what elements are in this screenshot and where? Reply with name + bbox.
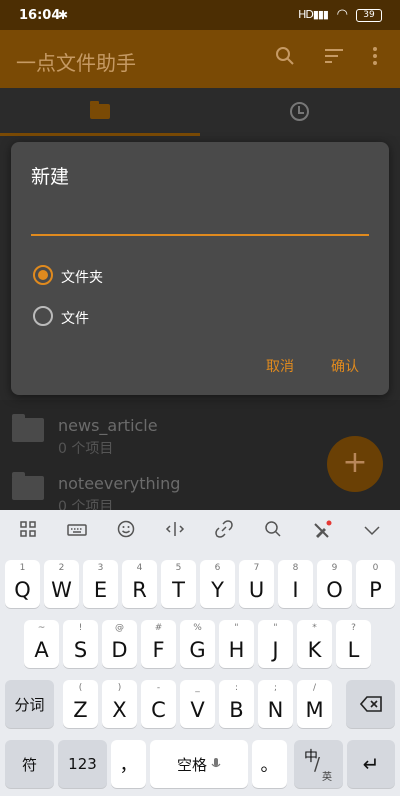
status-bar: 16:04 ✱ HD▮▮▮ ◠ 39 [0, 0, 400, 30]
name-input[interactable] [31, 202, 369, 236]
radio-label: 文件 [61, 311, 89, 327]
folder-icon [12, 472, 44, 500]
radio-option-file[interactable]: 文件 [31, 305, 231, 329]
radio-option-folder[interactable]: 文件夹 [31, 264, 231, 288]
status-time: 16:04 [19, 8, 61, 23]
confirm-button[interactable]: 确认 [331, 356, 359, 376]
folder-icon [90, 101, 110, 119]
search-icon[interactable] [261, 520, 285, 544]
key[interactable]: 2W [44, 560, 79, 608]
language-switch-key[interactable]: 中 / 英 [294, 740, 343, 788]
wifi-icon: ◠ [336, 7, 348, 22]
key[interactable]: 0P [356, 560, 395, 608]
key[interactable]: ~ A [24, 620, 59, 668]
cursor-icon[interactable] [163, 520, 187, 544]
backspace-icon [346, 680, 395, 728]
file-name: noteeverything [58, 474, 181, 493]
key[interactable]: @ D [102, 620, 137, 668]
bluetooth-icon: ✱ [58, 8, 69, 22]
key[interactable]: 7U [239, 560, 274, 608]
tab-bar [0, 88, 400, 136]
key[interactable]: ) X [102, 680, 137, 728]
more-icon[interactable] [370, 46, 380, 71]
file-name: news_article [58, 416, 158, 435]
space-key[interactable]: 空格 [150, 740, 248, 788]
key[interactable]: 3E [83, 560, 118, 608]
enter-key[interactable]: ↵ [347, 740, 395, 788]
key[interactable]: / M [297, 680, 332, 728]
period-key[interactable]: 。 [252, 740, 287, 788]
app-bar: 一点文件助手 [0, 30, 400, 88]
enter-icon: ↵ [362, 752, 380, 776]
key[interactable]: ? L [336, 620, 371, 668]
comma-key[interactable]: ， [111, 740, 146, 788]
search-icon[interactable] [275, 46, 295, 71]
battery-icon: 39 [356, 9, 382, 22]
segment-key[interactable]: 分词 [5, 680, 54, 728]
add-fab-button[interactable]: + [327, 436, 383, 492]
number-key[interactable]: 123 [58, 740, 107, 788]
radio-button[interactable] [33, 306, 53, 326]
emoji-icon[interactable] [114, 520, 138, 544]
key[interactable]: :B [219, 680, 254, 728]
keyboard: 1Q 2W 3E 4R 5T 6Y 7U 8I 9O 0P ~ A ! S @ D #… [0, 510, 400, 796]
folder-icon [12, 414, 44, 442]
tab-recent[interactable] [200, 88, 400, 136]
sort-icon[interactable] [324, 46, 344, 71]
grid-icon[interactable] [16, 520, 40, 544]
keyboard-toolbar [0, 510, 400, 554]
cancel-button[interactable]: 取消 [266, 356, 294, 376]
tab-files[interactable] [0, 88, 200, 136]
keyboard-icon[interactable] [65, 520, 89, 544]
dialog-title: 新建 [31, 166, 70, 188]
key[interactable]: 8I [278, 560, 313, 608]
file-count: 0 个项目 [58, 441, 114, 457]
key[interactable]: 9O [317, 560, 352, 608]
key[interactable]: " H [219, 620, 254, 668]
collapse-icon[interactable] [360, 520, 384, 544]
symbol-key[interactable]: 符 [5, 740, 54, 788]
app-title: 一点文件助手 [16, 51, 136, 75]
key[interactable]: 4R [122, 560, 157, 608]
key[interactable]: % G [180, 620, 215, 668]
key[interactable]: 5T [161, 560, 196, 608]
key[interactable]: (Z [63, 680, 98, 728]
brush-icon[interactable] [310, 520, 334, 544]
key[interactable]: 6Y [200, 560, 235, 608]
radio-button-checked[interactable] [33, 265, 53, 285]
key[interactable]: # F [141, 620, 176, 668]
key[interactable]: _ V [180, 680, 215, 728]
signal-icon: HD▮▮▮ [298, 8, 329, 21]
key[interactable]: -C [141, 680, 176, 728]
clock-icon [290, 102, 309, 121]
key[interactable]: 1Q [5, 560, 40, 608]
key[interactable]: " J [258, 620, 293, 668]
key[interactable]: ; N [258, 680, 293, 728]
link-icon[interactable] [212, 520, 236, 544]
key[interactable]: ! S [63, 620, 98, 668]
mic-icon [211, 758, 221, 768]
key[interactable]: * K [297, 620, 332, 668]
radio-label: 文件夹 [61, 270, 103, 286]
backspace-key[interactable] [346, 680, 395, 728]
new-item-dialog: 新建 文件夹 文件 取消 确认 [11, 142, 389, 395]
